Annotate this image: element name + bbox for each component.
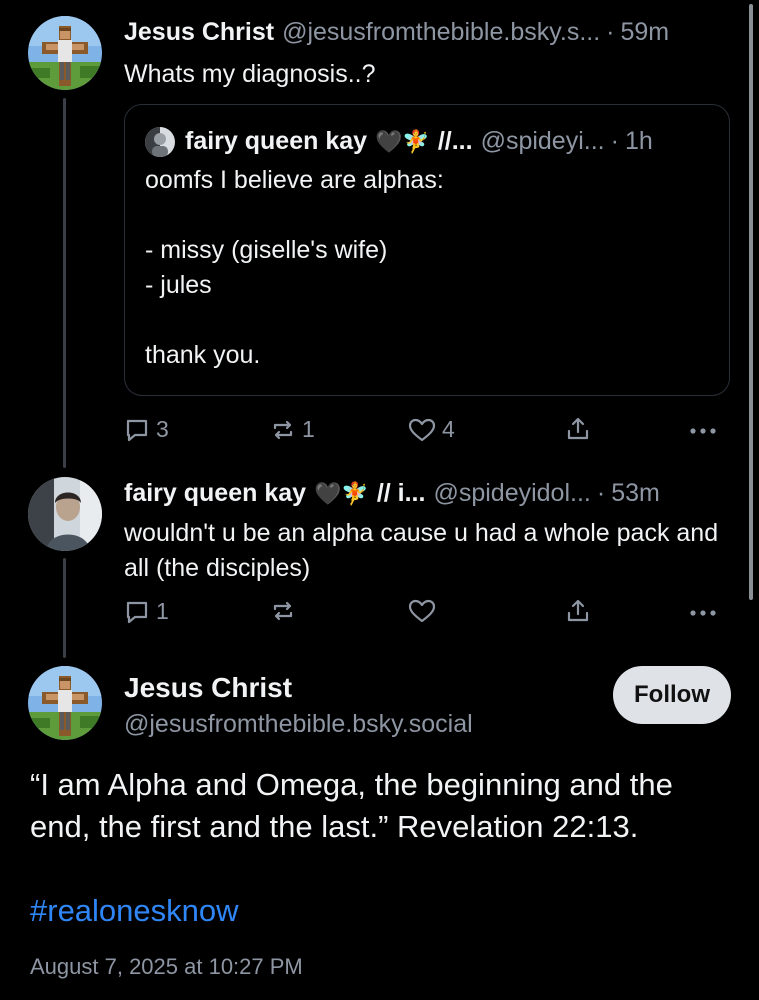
post-date: August 7, 2025 at 10:27 PM [30, 954, 303, 979]
post-time[interactable]: 59m [620, 17, 669, 47]
ellipsis-icon [690, 428, 716, 434]
repost-count: 1 [302, 416, 315, 442]
post-actions: 1 [124, 598, 729, 632]
share-button[interactable] [565, 416, 591, 442]
post-header: fairy queen kay 🖤🧚 // i... @spideyidol..… [124, 478, 733, 509]
like-button[interactable] [408, 598, 442, 624]
scrollbar[interactable] [749, 4, 753, 600]
repost-button[interactable]: 1 [270, 416, 315, 443]
quote-avatar [145, 126, 175, 157]
quote-text: oomfs I believe are alphas: - missy (gis… [145, 166, 444, 369]
author-handle[interactable]: @jesusfromthebible.bsky.social [124, 708, 473, 740]
ellipsis-icon [690, 610, 716, 616]
post-text: wouldn't u be an alpha cause u had a who… [124, 519, 719, 582]
more-options-button[interactable] [688, 598, 718, 624]
like-count: 4 [442, 416, 455, 442]
hashtag-link[interactable]: #realonesknow [30, 890, 239, 932]
follow-button[interactable]: Follow [613, 666, 731, 724]
reply-count: 3 [156, 416, 169, 442]
avatar[interactable] [28, 16, 102, 90]
reply-button[interactable]: 3 [124, 416, 169, 443]
heart-icon [408, 599, 436, 623]
quote-author-handle[interactable]: @spideyi... [481, 125, 605, 157]
share-icon [567, 599, 589, 622]
post-actions: 3 1 4 [124, 416, 729, 450]
quote-author-name[interactable]: fairy queen kay [185, 125, 367, 157]
person-avatar-icon [145, 126, 175, 157]
author-handle[interactable]: @spideyidol... [433, 478, 590, 508]
share-button[interactable] [565, 598, 591, 624]
author-name[interactable]: Jesus Christ [124, 17, 274, 47]
repost-icon [273, 420, 293, 439]
reply-icon [126, 419, 148, 441]
share-icon [567, 417, 589, 440]
avatar[interactable] [28, 477, 102, 551]
quote-post-card[interactable]: fairy queen kay 🖤🧚 //... @spideyi... · 1… [124, 104, 730, 396]
reply-button[interactable]: 1 [124, 598, 169, 625]
thread-line [63, 558, 66, 658]
quote-header: fairy queen kay 🖤🧚 //... @spideyi... · 1… [145, 125, 711, 158]
heart-fairy-emoji-icon: 🖤🧚 [375, 129, 430, 154]
separator-dot: · [610, 127, 619, 155]
reply-icon [126, 601, 148, 623]
reply-count: 1 [156, 598, 169, 624]
heart-fairy-emoji-icon: 🖤🧚 [314, 481, 369, 506]
repost-button[interactable] [270, 598, 302, 624]
thread-line [63, 98, 66, 468]
post-text: Whats my diagnosis..? [124, 60, 376, 88]
separator-dot: · [596, 479, 606, 507]
post-time[interactable]: 53m [611, 478, 660, 508]
author-handle[interactable]: @jesusfromthebible.bsky.s... [282, 17, 600, 47]
author-name[interactable]: fairy queen kay [124, 478, 306, 508]
like-button[interactable]: 4 [408, 416, 455, 443]
post-text: “I am Alpha and Omega, the beginning and… [30, 767, 673, 844]
person-photo-avatar-icon [28, 477, 102, 551]
avatar[interactable] [28, 666, 102, 740]
more-options-button[interactable] [688, 416, 718, 442]
heart-icon [408, 418, 436, 441]
quote-time[interactable]: 1h [625, 125, 653, 157]
post-header: Jesus Christ @jesusfromthebible.bsky.s..… [124, 17, 733, 47]
jesus-pixel-avatar-icon [28, 16, 102, 90]
separator-dot: · [606, 18, 615, 46]
author-name[interactable]: Jesus Christ [124, 672, 292, 704]
name-suffix: // i... [376, 479, 426, 507]
quote-name-suffix: //... [437, 127, 473, 155]
repost-icon [273, 601, 293, 621]
jesus-pixel-avatar-icon [28, 666, 102, 740]
